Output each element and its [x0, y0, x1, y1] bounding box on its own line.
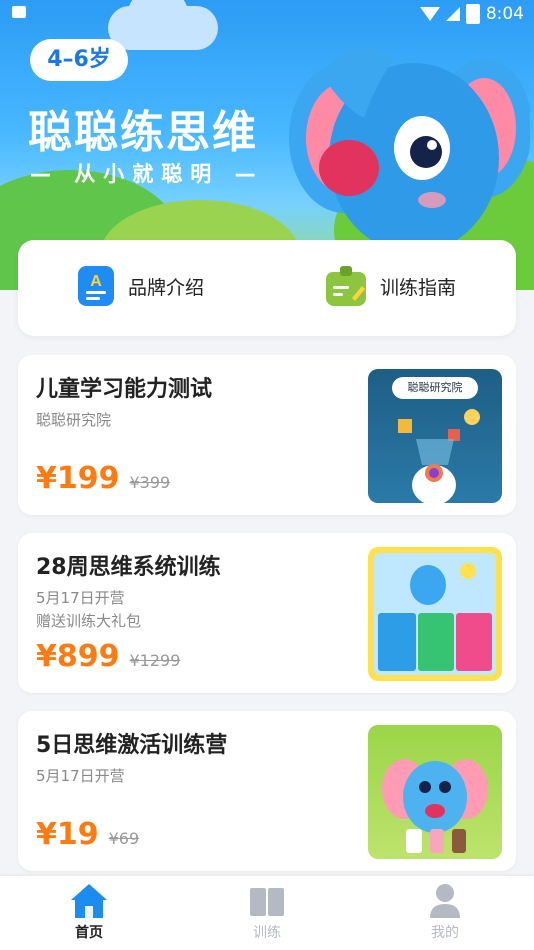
- hero-subtitle: — 从小就聪明 —: [30, 162, 264, 186]
- age-badge: 4–6岁: [30, 39, 128, 81]
- course-gift-note: 赠送训练大礼包: [36, 612, 142, 630]
- document-icon: A: [78, 266, 114, 306]
- course-thumbnail: [368, 547, 502, 681]
- course-price: ¥199: [36, 461, 120, 496]
- clipboard-icon: [326, 266, 366, 306]
- brand-intro-label: 品牌介绍: [128, 276, 205, 299]
- elephant-mascot-icon: [289, 46, 530, 253]
- training-guide-label: 训练指南: [380, 276, 457, 299]
- course-title: 儿童学习能力测试: [36, 377, 213, 402]
- tab-home-label: 首页: [75, 925, 103, 941]
- profile-icon: [430, 884, 460, 918]
- hero-title: 聪聪练思维: [28, 107, 258, 158]
- tab-training[interactable]: 训练: [227, 882, 307, 942]
- course-original-price: ¥399: [129, 473, 171, 492]
- tab-home[interactable]: 首页: [49, 882, 129, 942]
- child-head-illustration: [398, 409, 480, 503]
- course-card-5day[interactable]: 5日思维激活训练营 5月17日开营 ¥19 ¥69: [18, 711, 516, 871]
- tab-mine[interactable]: 我的: [405, 882, 485, 942]
- course-card-28week[interactable]: 28周思维系统训练 5月17日开营 赠送训练大礼包 ¥899 ¥1299: [18, 533, 516, 693]
- course-title: 28周思维系统训练: [36, 555, 221, 580]
- course-price: ¥899: [36, 639, 120, 674]
- tab-mine-label: 我的: [431, 925, 459, 941]
- course-thumbnail: [368, 725, 502, 859]
- wifi-icon: [419, 7, 440, 21]
- quick-links-card: A 品牌介绍 训练指南: [18, 240, 516, 336]
- status-bar: 8:04: [0, 0, 534, 28]
- course-original-price: ¥1299: [129, 651, 181, 670]
- svg-text:A: A: [90, 273, 102, 290]
- notification-icon: [12, 6, 26, 18]
- course-title: 5日思维激活训练营: [36, 733, 228, 758]
- battery-icon: [465, 4, 480, 24]
- course-thumbnail: 聪聪研究院: [368, 369, 502, 503]
- course-original-price: ¥69: [108, 829, 140, 848]
- course-card-ability-test[interactable]: 儿童学习能力测试 聪聪研究院 ¥199 ¥399 聪聪研究院: [18, 355, 516, 515]
- training-guide-link[interactable]: 训练指南: [326, 266, 456, 306]
- brand-intro-link[interactable]: A 品牌介绍: [78, 266, 204, 306]
- training-kit-illustration: [374, 553, 496, 675]
- tab-training-label: 训练: [253, 925, 281, 941]
- bottom-tab-bar: 首页 训练 我的: [0, 876, 534, 950]
- course-price: ¥19: [36, 817, 99, 852]
- book-icon: [250, 888, 284, 916]
- course-start-date: 5月17日开营: [36, 589, 125, 607]
- elephant-cups-illustration: [382, 759, 488, 853]
- course-start-date: 5月17日开营: [36, 767, 125, 785]
- status-time: 8:04: [485, 4, 524, 24]
- signal-icon: [445, 7, 460, 21]
- course-subtitle: 聪聪研究院: [36, 411, 112, 429]
- home-icon: [71, 884, 107, 918]
